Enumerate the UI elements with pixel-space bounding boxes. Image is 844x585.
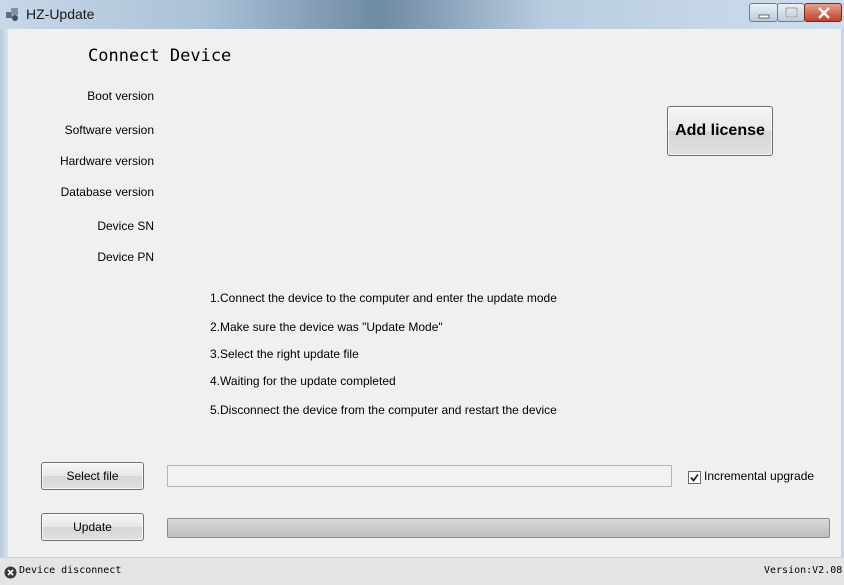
disconnected-x-icon [4,566,17,579]
device-sn-label: Device SN [97,219,154,233]
progress-fill [168,519,829,537]
instruction-step-1: 1.Connect the device to the computer and… [210,291,557,305]
close-icon [818,7,830,19]
close-button[interactable] [804,3,842,22]
instruction-step-2: 2.Make sure the device was "Update Mode" [210,320,443,334]
app-icon [5,6,21,22]
window-title: HZ-Update [26,6,95,22]
update-progress-bar [167,518,830,538]
file-path-field[interactable] [167,465,672,487]
maximize-button[interactable] [777,3,805,22]
status-bar: Device disconnect Version:V2.08 [0,557,844,585]
software-version-label: Software version [64,123,154,137]
incremental-upgrade-label[interactable]: Incremental upgrade [704,469,814,483]
update-button[interactable]: Update [41,513,144,541]
database-version-label: Database version [60,185,154,199]
minimize-button[interactable] [749,3,778,22]
device-pn-label: Device PN [97,250,154,264]
boot-version-label: Boot version [87,89,154,103]
maximize-icon [785,7,798,18]
checkmark-icon [690,473,699,482]
window-frame-left [0,29,8,557]
select-file-button[interactable]: Select file [41,462,144,490]
instruction-step-4: 4.Waiting for the update completed [210,374,396,388]
title-bar[interactable]: HZ-Update [0,0,844,29]
app-window: HZ-Update Connect Device Boot version So… [0,0,844,585]
hardware-version-label: Hardware version [59,154,154,168]
add-license-button[interactable]: Add license [667,106,773,156]
instruction-step-5: 5.Disconnect the device from the compute… [210,403,557,417]
connection-status-text: Device disconnect [19,565,122,576]
minimize-icon [758,14,770,19]
version-text: Version:V2.08 [764,565,843,576]
incremental-upgrade-checkbox[interactable] [688,471,701,484]
connect-device-heading: Connect Device [88,46,232,66]
instruction-step-3: 3.Select the right update file [210,347,359,361]
